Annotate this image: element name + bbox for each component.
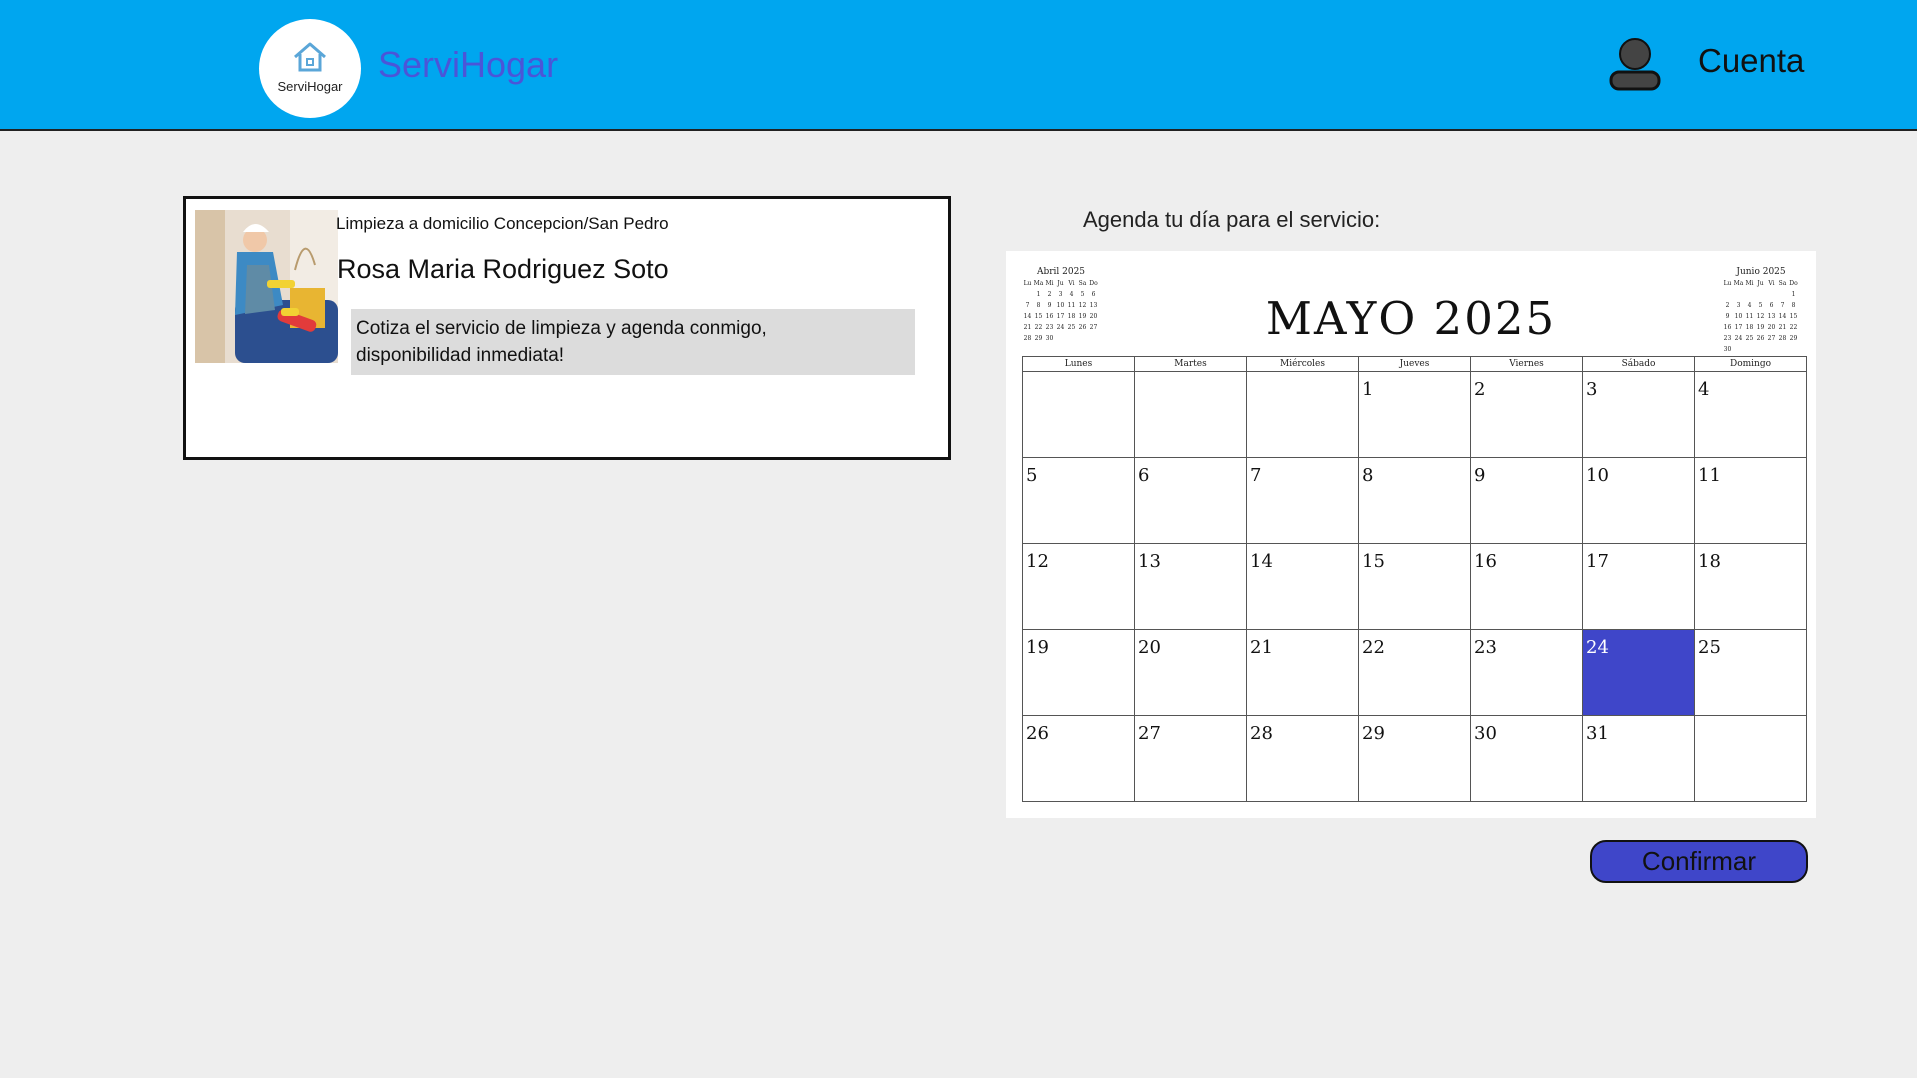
account-link[interactable]: Cuenta xyxy=(1698,42,1804,80)
day-cell[interactable]: 23 xyxy=(1471,630,1583,716)
empty-cell xyxy=(1023,372,1135,458)
day-cell[interactable]: 3 xyxy=(1583,372,1695,458)
mini-weekday: Ma xyxy=(1733,280,1744,287)
day-cell[interactable]: 14 xyxy=(1247,544,1359,630)
home-icon xyxy=(294,42,326,72)
empty-cell xyxy=(1247,372,1359,458)
day-cell[interactable]: 15 xyxy=(1359,544,1471,630)
day-cell[interactable]: 25 xyxy=(1695,630,1807,716)
mini-day xyxy=(1744,344,1755,355)
weekday-header: Lunes xyxy=(1023,357,1135,372)
mini-weekday: Mi xyxy=(1745,280,1754,287)
mini-day xyxy=(1733,344,1744,355)
day-cell[interactable]: 4 xyxy=(1695,372,1807,458)
day-cell[interactable]: 12 xyxy=(1023,544,1135,630)
month-title: MAYO 2025 xyxy=(1265,292,1557,345)
day-cell[interactable]: 21 xyxy=(1247,630,1359,716)
day-cell[interactable]: 29 xyxy=(1359,716,1471,802)
weekday-header: Sábado xyxy=(1583,357,1695,372)
empty-cell xyxy=(1135,372,1247,458)
service-description: Cotiza el servicio de limpieza y agenda … xyxy=(351,309,915,375)
day-cell[interactable]: 17 xyxy=(1583,544,1695,630)
description-line: disponibilidad inmediata! xyxy=(356,345,565,366)
logo[interactable]: ServiHogar xyxy=(259,19,361,118)
mini-day xyxy=(1777,344,1788,355)
mini-weekday: Lu xyxy=(1023,280,1032,287)
day-cell[interactable]: 2 xyxy=(1471,372,1583,458)
day-cell[interactable]: 19 xyxy=(1023,630,1135,716)
next-month-title: Junio 2025 xyxy=(1736,267,1786,277)
day-cell[interactable]: 13 xyxy=(1135,544,1247,630)
mini-weekday: Ju xyxy=(1757,280,1764,287)
mini-weekday: Mi xyxy=(1045,280,1054,287)
mini-weekday: Vi xyxy=(1768,280,1775,287)
logo-text: ServiHogar xyxy=(277,79,343,94)
day-cell[interactable]: 10 xyxy=(1583,458,1695,544)
day-cell[interactable]: 22 xyxy=(1359,630,1471,716)
mini-day xyxy=(1788,344,1799,355)
day-cell[interactable]: 27 xyxy=(1135,716,1247,802)
mini-weekday: Vi xyxy=(1068,280,1075,287)
service-category: Limpieza a domicilio Concepcion/San Pedr… xyxy=(336,214,669,233)
day-cell[interactable]: 30 xyxy=(1471,716,1583,802)
description-line: Cotiza el servicio de limpieza y agenda … xyxy=(356,318,767,339)
weekday-header: Domingo xyxy=(1695,357,1807,372)
mini-day xyxy=(1755,344,1766,355)
confirm-button[interactable]: Confirmar xyxy=(1590,840,1808,883)
day-cell[interactable]: 31 xyxy=(1583,716,1695,802)
day-cell[interactable]: 28 xyxy=(1247,716,1359,802)
weekday-header: Jueves xyxy=(1359,357,1471,372)
day-cell[interactable]: 5 xyxy=(1023,458,1135,544)
mini-weekday: Do xyxy=(1789,280,1798,287)
mini-weekday: Do xyxy=(1089,280,1098,287)
prev-month-title: Abril 2025 xyxy=(1036,267,1086,277)
day-cell[interactable]: 16 xyxy=(1471,544,1583,630)
mini-weekday: Lu xyxy=(1723,280,1732,287)
empty-cell xyxy=(1695,716,1807,802)
mini-weekday: Ju xyxy=(1057,280,1064,287)
day-cell[interactable]: 26 xyxy=(1023,716,1135,802)
day-cell[interactable]: 11 xyxy=(1695,458,1807,544)
agenda-title: Agenda tu día para el servicio: xyxy=(1083,207,1381,232)
day-cell-selected[interactable]: 24 xyxy=(1583,630,1695,716)
mini-day: 30 xyxy=(1723,346,1732,353)
service-card[interactable]: Limpieza a domicilio Concepcion/San Pedr… xyxy=(183,196,951,460)
day-cell[interactable]: 18 xyxy=(1695,544,1807,630)
provider-name: Rosa Maria Rodriguez Soto xyxy=(337,254,669,284)
mini-weekday: Ma xyxy=(1033,280,1044,287)
weekday-header: Martes xyxy=(1135,357,1247,372)
weekday-header: Miércoles xyxy=(1247,357,1359,372)
day-cell[interactable]: 20 xyxy=(1135,630,1247,716)
day-cell[interactable]: 8 xyxy=(1359,458,1471,544)
brand-name[interactable]: ServiHogar xyxy=(378,44,558,86)
top-bar: ServiHogar ServiHogar Cuenta xyxy=(0,0,1917,131)
day-cell[interactable]: 7 xyxy=(1247,458,1359,544)
weekday-header: Viernes xyxy=(1471,357,1583,372)
day-cell[interactable]: 9 xyxy=(1471,458,1583,544)
calendar: Abril 2025 Lu Ma Mi Ju Vi Sa Do 1 2 3 4 5 6 7 8 9 10 11 12… xyxy=(1006,251,1816,818)
mini-weekday: Sa xyxy=(1778,280,1787,287)
mini-day xyxy=(1766,344,1777,355)
user-icon[interactable] xyxy=(1607,38,1663,94)
day-cell[interactable]: 6 xyxy=(1135,458,1247,544)
mini-weekday: Sa xyxy=(1078,280,1087,287)
provider-photo xyxy=(195,210,338,363)
calendar-grid: Lunes Martes Miércoles Jueves Viernes Sábado D… xyxy=(1022,356,1807,802)
day-cell[interactable]: 1 xyxy=(1359,372,1471,458)
